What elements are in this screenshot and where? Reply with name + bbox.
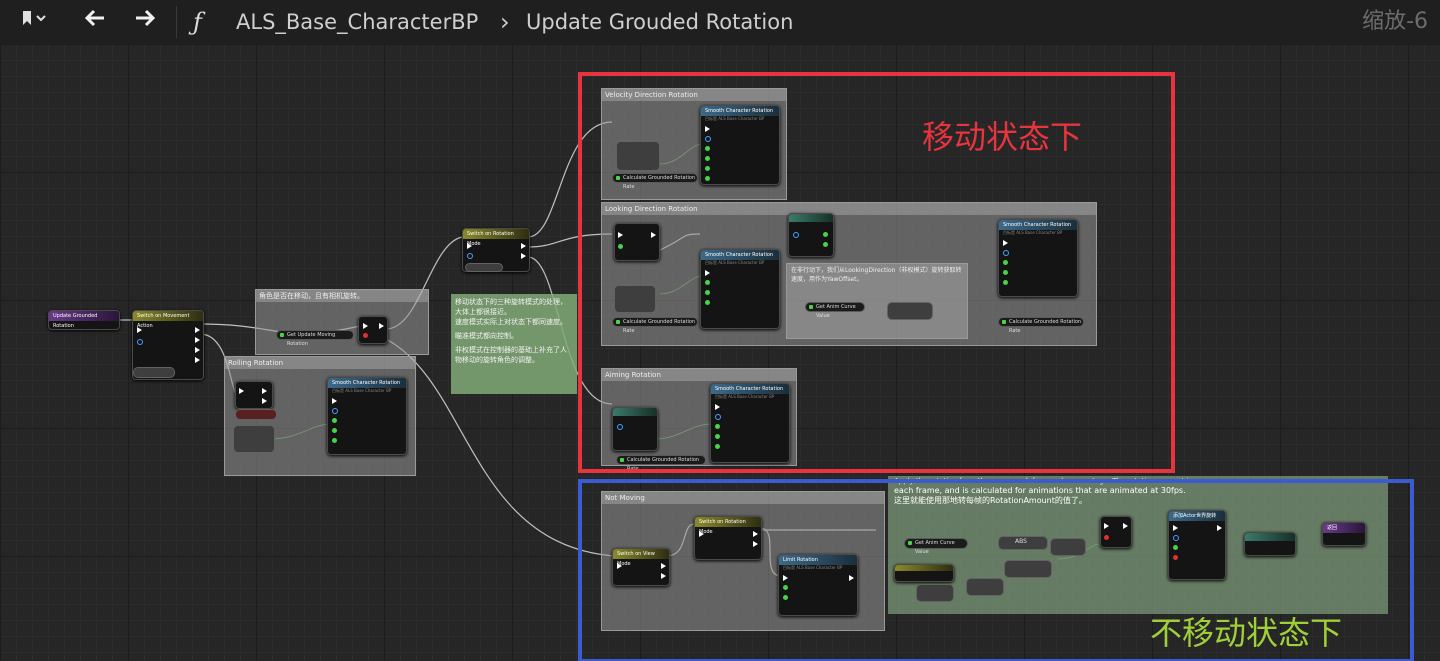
- moving-annotation-box: [578, 72, 1175, 473]
- input-pin[interactable]: [137, 339, 143, 345]
- moving-annotation-label: 移动状态下: [922, 118, 1083, 156]
- exec-pin[interactable]: [195, 357, 200, 363]
- and-node[interactable]: [358, 316, 388, 344]
- breadcrumb-parent[interactable]: ALS_Base_CharacterBP: [236, 0, 478, 44]
- rolling-branch-node[interactable]: [235, 381, 273, 409]
- switch-rotation-mode-node[interactable]: Switch on Rotation Mode: [462, 228, 530, 272]
- arrow-right-icon[interactable]: [130, 0, 160, 44]
- not-moving-annotation-label: 不移动状态下: [1150, 614, 1343, 652]
- note-line: 非权模式在控制器的基础上补充了人物移动的旋转角色的调整。: [455, 346, 567, 364]
- rolling-smooth-rotation-node[interactable]: Smooth Character Rotation 目标是 ALS Base C…: [327, 377, 407, 455]
- note-line: 速度模式实际上对状态下都同速度。: [455, 318, 567, 326]
- exec-pin[interactable]: [137, 327, 142, 333]
- arrow-left-icon[interactable]: [80, 0, 110, 44]
- breadcrumb-separator: ›: [500, 8, 510, 36]
- breadcrumb-current: Update Grouded Rotation: [526, 10, 794, 34]
- rolling-smooth-target: 目标是 ALS Base Character BP: [332, 388, 392, 393]
- rolling-getter[interactable]: [233, 425, 275, 453]
- switch-movement-node[interactable]: Switch on Movement Action: [132, 310, 204, 380]
- switch-movement-title: Switch on Movement Action: [133, 311, 203, 329]
- bookmark-icon[interactable]: [12, 0, 52, 44]
- exec-pin[interactable]: [195, 337, 200, 343]
- editor-toolbar: ƒ ALS_Base_CharacterBP › Update Grouded …: [0, 0, 1440, 45]
- blueprint-graph-canvas[interactable]: Update Grounded Rotation Switch on Movem…: [0, 44, 1440, 661]
- note-line: 移动状态下的三种旋转模式的处理，大体上都很接近。: [455, 298, 567, 316]
- exec-pin[interactable]: [195, 327, 200, 333]
- entry-node[interactable]: Update Grounded Rotation: [48, 310, 120, 330]
- toolbar-divider: [176, 6, 177, 38]
- moving-check-comment-title: 角色是否在移动，且有相机旋转。: [256, 290, 428, 302]
- function-icon: ƒ: [193, 8, 202, 36]
- note-line: 瞄准模式都向控制。: [455, 332, 518, 340]
- zoom-level: 缩放-6: [1362, 9, 1428, 34]
- variable-pill[interactable]: [133, 367, 175, 378]
- rolling-variable[interactable]: [235, 409, 277, 420]
- rolling-smooth-title: Smooth Character Rotation: [328, 378, 406, 388]
- exec-pin[interactable]: [195, 347, 200, 353]
- rotation-modes-note[interactable]: 移动状态下的三种旋转模式的处理，大体上都很接近。 速度模式实际上对状态下都同速度…: [451, 294, 577, 394]
- rolling-rotation-title: Rolling Rotation: [225, 357, 415, 369]
- rolling-rotation-comment[interactable]: Rolling Rotation Smooth Character Rotati…: [224, 356, 416, 476]
- get-update-moving-rotation[interactable]: Get Update Moving Rotation: [276, 330, 354, 347]
- moving-check-comment[interactable]: 角色是否在移动，且有相机旋转。 Get Update Moving Rotati…: [255, 289, 429, 355]
- switch-rotation-title: Switch on Rotation Mode: [463, 229, 529, 247]
- entry-node-title: Update Grounded Rotation: [49, 311, 119, 329]
- variable-pill[interactable]: [465, 263, 503, 272]
